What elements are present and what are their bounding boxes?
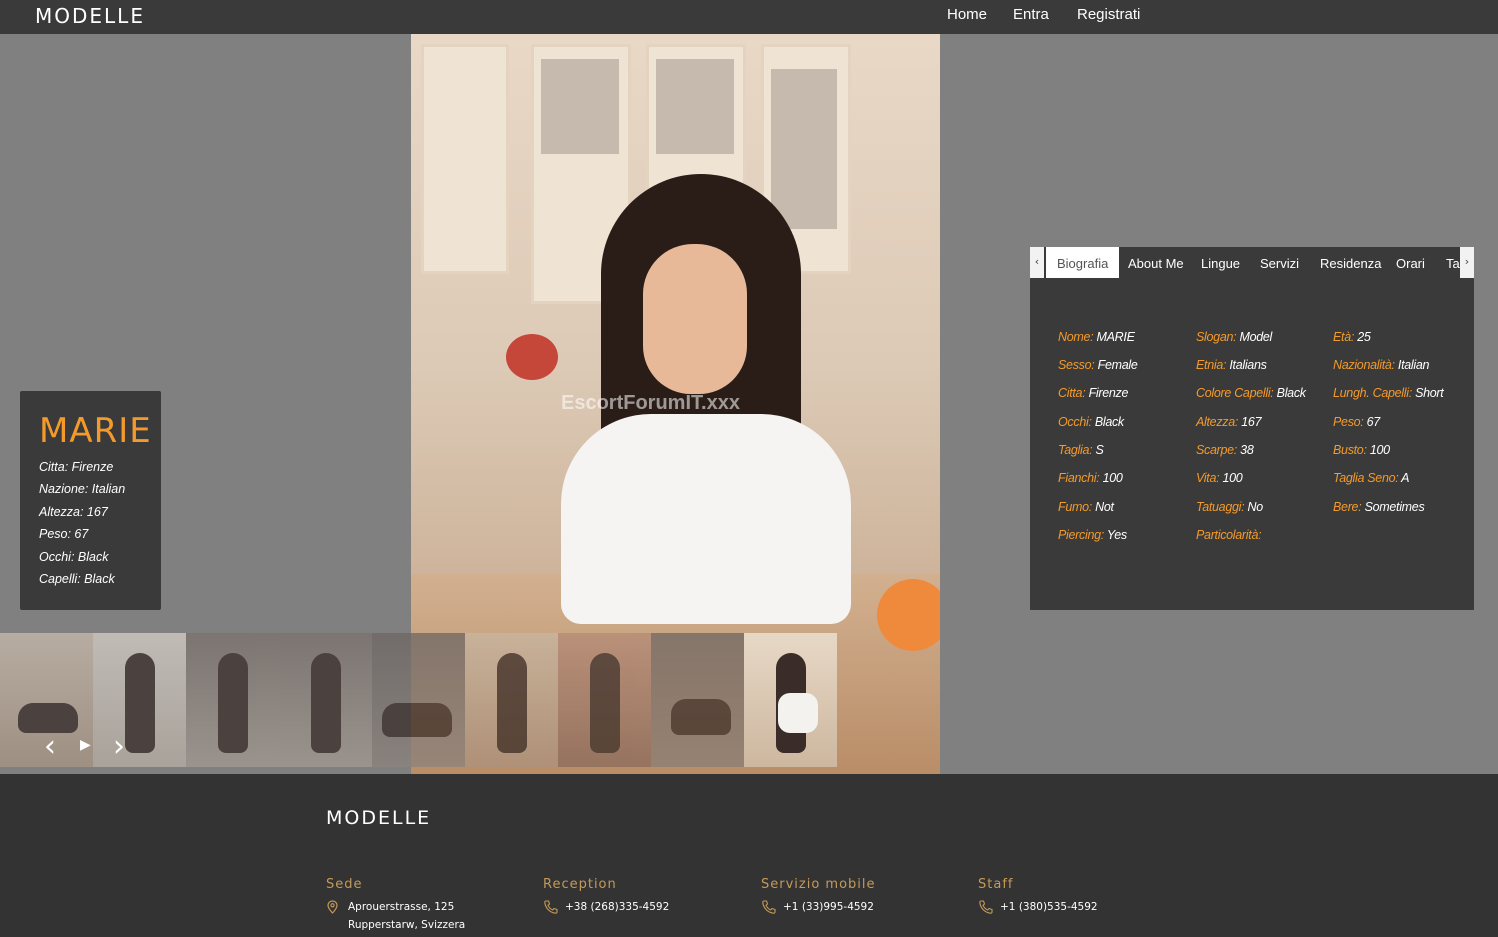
- card-nation: Nazione: Italian: [39, 482, 126, 496]
- phone-icon: [978, 900, 993, 917]
- thumbnail[interactable]: [93, 633, 186, 767]
- bio-field: Lungh. Capelli: Short: [1333, 386, 1444, 400]
- tabs-scroll-left-icon[interactable]: ‹: [1030, 247, 1044, 278]
- thumbnail[interactable]: [279, 633, 372, 767]
- thumbnail[interactable]: [372, 633, 465, 767]
- bio-field: Peso: 67: [1333, 415, 1380, 429]
- bio-field: Taglia: S: [1058, 443, 1104, 457]
- cabinet-glass: [541, 59, 619, 154]
- thumbnail-active[interactable]: [744, 633, 837, 767]
- bio-field: Occhi: Black: [1058, 415, 1124, 429]
- orange-shape: [877, 579, 940, 651]
- cabinet-shape: [421, 44, 509, 274]
- tab-orari[interactable]: Orari: [1396, 247, 1425, 278]
- footer-col-title: Servizio mobile: [761, 877, 876, 892]
- bio-field: Vita: 100: [1196, 471, 1243, 485]
- footer-col-title: Sede: [326, 877, 363, 892]
- cabinet-glass: [656, 59, 734, 154]
- gallery-play-icon[interactable]: ▶: [80, 737, 91, 753]
- gallery-prev-icon[interactable]: ‹: [44, 729, 56, 764]
- bio-field: Scarpe: 38: [1196, 443, 1254, 457]
- footer-phone[interactable]: +1 (33)995-4592: [783, 901, 874, 913]
- bio-field: Citta: Firenze: [1058, 386, 1129, 400]
- profile-tabs: ‹ Biografia About Me Lingue Servizi Resi…: [1030, 247, 1474, 278]
- bio-field: Nazionalità: Italian: [1333, 358, 1430, 372]
- location-icon: [327, 900, 338, 917]
- footer-address-line: Rupperstarw, Svizzera: [348, 919, 466, 931]
- card-weight: Peso: 67: [39, 527, 89, 541]
- cabinet-glass: [771, 69, 837, 229]
- phone-icon: [761, 900, 776, 917]
- shirt-shape: [561, 414, 851, 624]
- footer-phone[interactable]: +1 (380)535-4592: [1000, 901, 1098, 913]
- bio-field: Età: 25: [1333, 330, 1371, 344]
- footer-col-title: Reception: [543, 877, 617, 892]
- bio-field: Nome: MARIE: [1058, 330, 1135, 344]
- phone-icon: [543, 900, 558, 917]
- thumbnail[interactable]: [186, 633, 279, 767]
- profile-summary-card: MARIE Citta: Firenze Nazione: Italian Al…: [20, 391, 161, 610]
- tab-servizi[interactable]: Servizi: [1260, 247, 1299, 278]
- tabs-scroll-right-icon[interactable]: ›: [1460, 247, 1474, 278]
- watermark-text: EscortForumIT.xxx: [561, 392, 740, 414]
- thumbnail[interactable]: [465, 633, 558, 767]
- card-height: Altezza: 167: [39, 505, 108, 519]
- card-hair: Capelli: Black: [39, 572, 115, 586]
- profile-name: MARIE: [39, 411, 152, 451]
- footer-brand[interactable]: MODELLE: [326, 807, 431, 829]
- bio-field: Colore Capelli: Black: [1196, 386, 1306, 400]
- face-shape: [643, 244, 747, 394]
- tab-biografia[interactable]: Biografia: [1046, 247, 1120, 278]
- nav-login-link[interactable]: Entra: [1013, 6, 1049, 23]
- bio-field: Bere: Sometimes: [1333, 500, 1425, 514]
- bio-field: Busto: 100: [1333, 443, 1390, 457]
- thumbnail[interactable]: [558, 633, 651, 767]
- brand-logo[interactable]: MODELLE: [35, 4, 145, 28]
- biografia-panel: Nome: MARIE Slogan: Model Età: 25 Sesso:…: [1030, 278, 1474, 610]
- tab-lingue[interactable]: Lingue: [1201, 247, 1240, 278]
- bio-field: Fianchi: 100: [1058, 471, 1123, 485]
- bio-field: Tatuaggi: No: [1196, 500, 1263, 514]
- nav-register-link[interactable]: Registrati: [1077, 6, 1140, 23]
- thumbnail[interactable]: [651, 633, 744, 767]
- thumbnail-strip: ‹ ▶ ›: [0, 633, 837, 767]
- bio-field: Etnia: Italians: [1196, 358, 1267, 372]
- bio-field: Fumo: Not: [1058, 500, 1114, 514]
- bio-field: Piercing: Yes: [1058, 528, 1127, 542]
- tab-truncated[interactable]: Ta: [1446, 247, 1460, 278]
- footer-phone[interactable]: +38 (268)335-4592: [565, 901, 669, 913]
- tab-about-me[interactable]: About Me: [1128, 247, 1184, 278]
- gallery-next-icon[interactable]: ›: [113, 729, 125, 764]
- bio-field: Sesso: Female: [1058, 358, 1138, 372]
- apple-shape: [506, 334, 558, 380]
- footer-address-line: Aprouerstrasse, 125: [348, 901, 455, 913]
- nav-home-link[interactable]: Home: [947, 6, 987, 23]
- bio-field: Slogan: Model: [1196, 330, 1273, 344]
- bio-field: Taglia Seno: A: [1333, 471, 1410, 485]
- site-footer: MODELLE Sede Aprouerstrasse, 125 Ruppers…: [0, 774, 1498, 937]
- tab-residenza[interactable]: Residenza: [1320, 247, 1381, 278]
- top-navbar: MODELLE Home Entra Registrati: [0, 0, 1498, 34]
- card-city: Citta: Firenze: [39, 460, 114, 474]
- footer-col-title: Staff: [978, 877, 1014, 892]
- bio-field: Altezza: 167: [1196, 415, 1262, 429]
- bio-field: Particolarità:: [1196, 528, 1262, 542]
- card-eyes: Occhi: Black: [39, 550, 109, 564]
